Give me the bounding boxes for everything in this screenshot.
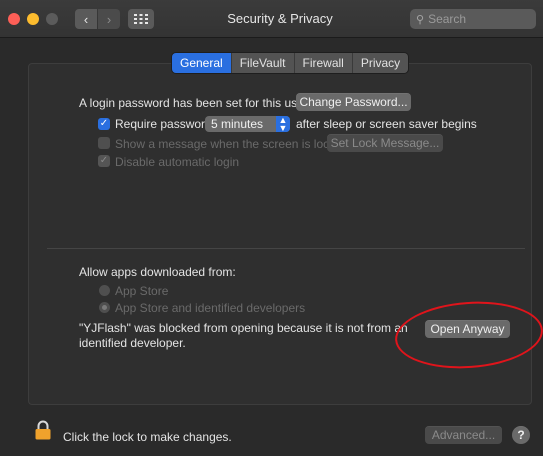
forward-button[interactable]: › <box>98 9 120 29</box>
section-divider <box>47 248 525 249</box>
tab-privacy[interactable]: Privacy <box>352 53 409 73</box>
password-interval-value: 5 minutes <box>211 117 264 131</box>
require-password-label: Require password <box>115 117 212 131</box>
tab-firewall[interactable]: Firewall <box>294 53 353 73</box>
blocked-message-line1: "YJFlash" was blocked from opening becau… <box>79 321 408 335</box>
minimize-window-button[interactable] <box>27 13 39 25</box>
lock-status-text: Click the lock to make changes. <box>63 430 232 444</box>
chevron-right-icon: › <box>106 11 112 27</box>
grid-icon <box>134 14 148 24</box>
blocked-message-line2: identified developer. <box>79 336 186 350</box>
tab-general[interactable]: General <box>172 53 232 73</box>
allow-apps-heading: Allow apps downloaded from: <box>79 265 236 279</box>
password-interval-select[interactable]: 5 minutes ▲ ▼ <box>205 116 290 133</box>
updown-arrows-icon: ▲ ▼ <box>276 116 290 133</box>
show-message-label: Show a message when the screen is locked <box>115 137 349 151</box>
lock-button[interactable] <box>35 420 51 445</box>
require-password-suffix: after sleep or screen saver begins <box>296 117 477 131</box>
set-lock-message-button[interactable]: Set Lock Message... <box>327 134 443 152</box>
search-placeholder: Search <box>428 12 467 26</box>
zoom-window-button[interactable] <box>46 13 58 25</box>
checkmark-icon: ✓ <box>99 118 109 129</box>
preferences-window: ‹ › Security & Privacy ⚲ Search General F… <box>0 0 543 456</box>
radio-identified-developers[interactable] <box>99 302 110 313</box>
tab-filevault[interactable]: FileVault <box>231 53 295 73</box>
back-button[interactable]: ‹ <box>75 9 97 29</box>
disable-auto-login-checkbox[interactable]: ✓ <box>98 155 110 167</box>
title-bar: ‹ › Security & Privacy ⚲ Search <box>0 0 543 38</box>
checkmark-icon: ✓ <box>99 155 109 166</box>
search-field[interactable]: ⚲ Search <box>410 9 536 29</box>
lock-icon <box>35 420 51 440</box>
login-password-text: A login password has been set for this u… <box>79 96 308 110</box>
search-icon: ⚲ <box>416 14 425 26</box>
require-password-checkbox[interactable]: ✓ <box>98 118 110 130</box>
tab-bar: General FileVault Firewall Privacy <box>172 53 409 73</box>
change-password-button[interactable]: Change Password... <box>296 93 411 111</box>
help-button[interactable]: ? <box>512 426 530 444</box>
radio-app-store-label: App Store <box>115 284 169 298</box>
radio-identified-developers-label: App Store and identified developers <box>115 301 306 315</box>
disable-auto-login-label: Disable automatic login <box>115 155 240 169</box>
window-title: Security & Privacy <box>227 11 333 26</box>
advanced-button[interactable]: Advanced... <box>425 426 502 444</box>
show-message-checkbox[interactable] <box>98 137 110 149</box>
radio-app-store[interactable] <box>99 285 110 296</box>
show-all-button[interactable] <box>128 9 154 29</box>
close-window-button[interactable] <box>8 13 20 25</box>
chevron-left-icon: ‹ <box>83 11 89 27</box>
